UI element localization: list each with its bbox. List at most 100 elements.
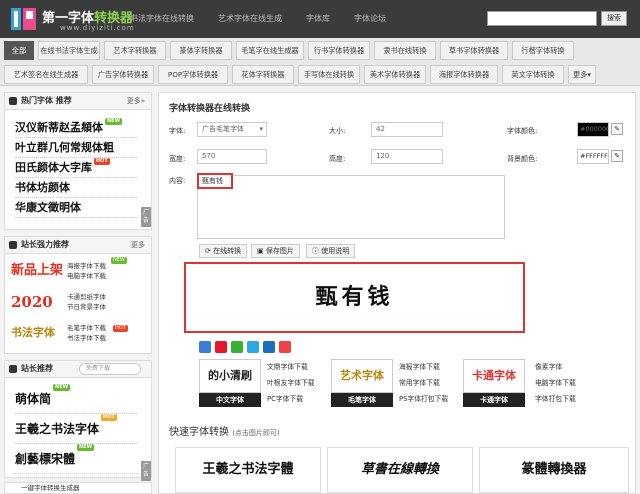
bg-color-input[interactable]: #FFFFFF [577, 149, 609, 164]
nav-link[interactable]: 字体论坛 [354, 13, 386, 24]
content-textarea[interactable] [197, 175, 505, 239]
hot-fonts-header: 热门字体 推荐 更多» [5, 93, 151, 110]
font-item[interactable]: 书体坊颜体 [15, 178, 137, 198]
category-tab[interactable]: 草书字体转换器 [440, 41, 508, 60]
quick-sample[interactable]: 草書在線轉換 [327, 447, 473, 493]
logo-icon[interactable] [10, 6, 38, 32]
download-link[interactable]: 文鼎字体下载 [267, 359, 315, 375]
category-tab[interactable]: 海报字体转换器 [430, 65, 498, 84]
more-link[interactable]: 更多 [131, 237, 145, 253]
category-tab[interactable]: 隶书在线转换 [374, 41, 436, 60]
wechat-share-icon[interactable] [231, 341, 243, 353]
refresh-icon: ⟳ [205, 247, 214, 255]
download-link[interactable]: 海报字体下载 [399, 359, 448, 375]
recommend-image[interactable]: 书法字体 [11, 321, 63, 345]
font-color-picker-button[interactable]: ✎ [611, 123, 623, 135]
search-input[interactable] [487, 11, 597, 26]
download-link[interactable]: PC字体下载 [267, 391, 315, 407]
download-card[interactable]: 卡通字体 卡通字体 [463, 359, 525, 407]
convert-button[interactable]: ⟳ 在线转换 [199, 244, 248, 258]
card-art: 的小清刷 [199, 359, 261, 393]
bg-color-label: 背景颜色: [507, 155, 538, 163]
category-tab[interactable]: 在线书法字体生成 [38, 41, 100, 60]
font-select[interactable]: 广告毛笔字体 ▾ [197, 122, 267, 137]
download-links: 文鼎字体下载 叶根友字体下载 PC字体下载 [267, 359, 315, 407]
category-nav: 全部 在线书法字体生成 艺术字转换器 篆体字转换器 毛笔字在线生成器 行书字体转… [0, 38, 640, 86]
category-tab[interactable]: 行楷字体转换 [512, 41, 574, 60]
download-card[interactable]: 艺术字体 毛笔字体 [331, 359, 393, 407]
height-input[interactable]: 120 [371, 149, 443, 164]
download-link[interactable]: 字体打包下载 [535, 391, 576, 407]
download-links: 像素字体 电脑字体下载 字体打包下载 [535, 359, 576, 407]
more-link[interactable]: 更多» [127, 93, 145, 109]
download-card[interactable]: 的小清刷 中文字体 [199, 359, 261, 407]
font-color-label: 字体颜色: [507, 127, 538, 135]
thumb-icon [9, 241, 17, 249]
star-icon [9, 365, 17, 373]
category-tab[interactable]: 英文字体转换 [502, 65, 564, 84]
category-tab[interactable]: 手写体在线转换 [298, 65, 360, 84]
recommend-item[interactable]: 2020 卡通剪纸字体 节日背景字体 [11, 288, 143, 316]
category-tab[interactable]: 花体字转换器 [232, 65, 294, 84]
recommend-image[interactable]: 2020 [11, 290, 63, 314]
save-image-button[interactable]: ▣ 保存图片 [251, 244, 300, 258]
card-caption: 卡通字体 [463, 393, 525, 407]
category-tab[interactable]: POP字体转换器 [158, 65, 228, 84]
new-badge: NEW [53, 384, 71, 391]
font-item[interactable]: 华康文徵明体 [15, 198, 137, 218]
width-input[interactable]: 570 [197, 149, 267, 164]
font-item[interactable]: 創藝標宋體NEW [15, 444, 137, 474]
nav-link[interactable]: 字体库 [306, 13, 330, 24]
page-title: 字体转换器在线转换 [169, 104, 251, 114]
quick-sample[interactable]: 篆體轉換器 [479, 447, 629, 493]
category-tab[interactable]: 篆体字转换器 [170, 41, 232, 60]
card-caption: 中文字体 [199, 393, 261, 407]
recommend-item[interactable]: 书法字体 毛笔字体下载 书法字体下载 HOT [11, 319, 143, 347]
recommend-image[interactable]: 新品上架 [11, 259, 63, 283]
quick-sample[interactable]: 王羲之书法字體 [175, 447, 321, 493]
picks-search-input[interactable]: 免费下载 [79, 363, 141, 375]
font-color-input[interactable]: #000000 [577, 122, 609, 137]
recommend-item[interactable]: 新品上架 海报字体下载 电脑字体下载 NEW [11, 257, 143, 285]
help-button[interactable]: ⓘ 使用说明 [306, 244, 356, 258]
font-item[interactable]: 萌体简NEW [15, 384, 137, 414]
download-link[interactable]: 叶根友字体下载 [267, 375, 315, 391]
category-tab[interactable]: 毛笔字在线生成器 [236, 41, 304, 60]
download-link[interactable]: 常用字体下载 [399, 375, 448, 391]
qq-share-icon[interactable] [247, 341, 259, 353]
height-label: 高度: [329, 155, 346, 163]
picks-header: 站长推荐 免费下载 [5, 361, 151, 378]
more-share-icon[interactable] [279, 341, 291, 353]
font-item[interactable]: 叶立群几何常规体粗 [15, 138, 137, 158]
size-input[interactable]: 42 [371, 122, 443, 137]
download-link[interactable]: PS字体打包下载 [399, 391, 448, 407]
bg-color-picker-button[interactable]: ✎ [611, 150, 623, 162]
new-badge: NEW [105, 118, 123, 125]
category-tab[interactable]: 艺术字转换器 [104, 41, 166, 60]
content-value[interactable]: 甄有钱 [197, 173, 233, 189]
hot-badge: HOT [113, 325, 128, 332]
category-tab[interactable]: 艺术签名在线生成器 [4, 65, 88, 84]
card-art: 卡通字体 [463, 359, 525, 393]
font-item[interactable]: 田氏颜体大字库 HOT [15, 158, 137, 178]
renren-share-icon[interactable] [263, 341, 275, 353]
more-categories-button[interactable]: 更多▾ [568, 65, 596, 84]
picks-panel: 站长推荐 免费下载 萌体简NEW 王羲之书法字体HOT 創藝標宋體NEW 广告 [4, 360, 152, 481]
qzone-share-icon[interactable] [199, 341, 211, 353]
category-tab[interactable]: 行书字体转换器 [308, 41, 370, 60]
search-button[interactable]: 搜索 [601, 11, 627, 26]
converter-panel: 字体转换器在线转换 字体: 广告毛笔字体 ▾ 大小: 42 字体颜色: #0000… [158, 92, 636, 494]
font-item[interactable]: 汉仪新蒂赵孟頫体 NEW [15, 118, 137, 138]
category-tab[interactable]: 全部 [4, 41, 34, 60]
category-tab[interactable]: 美术字体转换器 [364, 65, 426, 84]
bottom-link[interactable]: 一键字体转换生成器 [4, 482, 152, 494]
ad-tag: 广告 [141, 461, 151, 481]
weibo-share-icon[interactable] [215, 341, 227, 353]
hot-badge: HOT [101, 414, 117, 421]
category-tab[interactable]: 广告字体转换器 [92, 65, 154, 84]
font-item[interactable]: 王羲之书法字体HOT [15, 414, 137, 444]
download-link[interactable]: 像素字体 [535, 359, 576, 375]
nav-link[interactable]: 书法字体在线转换 [130, 13, 194, 24]
download-link[interactable]: 电脑字体下载 [535, 375, 576, 391]
nav-link[interactable]: 艺术字体在线生成 [218, 13, 282, 24]
